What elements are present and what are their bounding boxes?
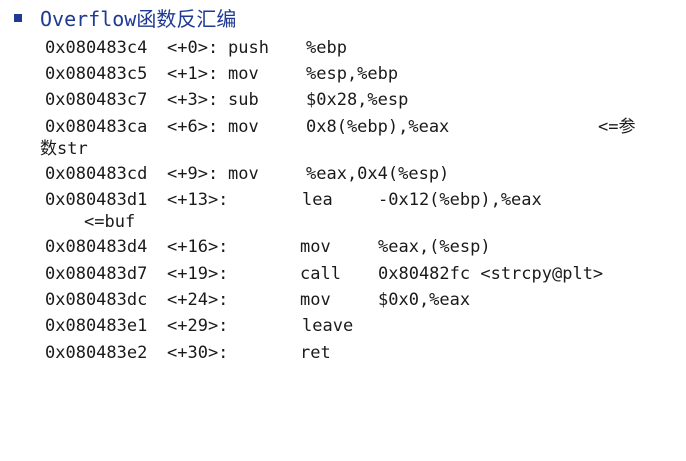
asm-opcode: call (300, 264, 341, 284)
asm-operands: $0x0,%eax (378, 290, 471, 310)
asm-comment-wrap: 数str (40, 139, 88, 159)
asm-operands: $0x28,%esp (306, 90, 409, 110)
asm-operands: -0x12(%ebp),%eax (378, 190, 542, 210)
asm-opcode: mov (228, 164, 259, 184)
asm-opcode: mov (300, 237, 331, 257)
asm-offset: <+9>: (167, 164, 219, 184)
asm-address: 0x080483ca (45, 117, 148, 137)
asm-line: 0x080483c5 <+1>: mov %esp,%ebp (0, 62, 398, 86)
asm-offset: <+19>: (167, 264, 229, 284)
asm-offset: <+29>: (167, 316, 229, 336)
asm-operands: %eax,(%esp) (378, 237, 491, 257)
asm-line: 0x080483d1 <+13>: lea -0x12(%ebp),%eax (0, 188, 542, 212)
asm-address: 0x080483d4 (45, 237, 148, 257)
asm-comment: <=参 (598, 117, 636, 137)
asm-line: 0x080483d4 <+16>: mov %eax,(%esp) (0, 235, 491, 259)
asm-address: 0x080483d1 (45, 190, 148, 210)
asm-line: 0x080483ca <+6>: mov 0x8(%ebp),%eax <=参 (0, 115, 635, 139)
asm-line: 0x080483dc <+24>: mov $0x0,%eax (0, 288, 470, 312)
asm-line: 0x080483c4 <+0>: push %ebp (0, 36, 347, 60)
bullet-square-icon (14, 14, 22, 22)
asm-line: 0x080483c7 <+3>: sub $0x28,%esp (0, 88, 408, 112)
asm-offset: <+6>: (167, 117, 219, 137)
asm-line: 0x080483e1 <+29>: leave (0, 314, 353, 338)
asm-opcode: sub (228, 90, 259, 110)
asm-offset: <+13>: (167, 190, 229, 210)
asm-offset: <+24>: (167, 290, 229, 310)
asm-offset: <+1>: (167, 64, 219, 84)
asm-operands: 0x80482fc <strcpy@plt> (378, 264, 604, 284)
asm-opcode: ret (300, 343, 331, 363)
asm-opcode: mov (300, 290, 331, 310)
asm-operands: %esp,%ebp (306, 64, 399, 84)
asm-offset: <+0>: (167, 38, 219, 58)
asm-address: 0x080483e1 (45, 316, 148, 336)
asm-address: 0x080483c5 (45, 64, 148, 84)
asm-offset: <+30>: (167, 343, 229, 363)
asm-address: 0x080483cd (45, 164, 148, 184)
asm-address: 0x080483c4 (45, 38, 148, 58)
asm-line: 0x080483e2 <+30>: ret (0, 341, 331, 365)
asm-line: 0x080483d7 <+19>: call 0x80482fc <strcpy… (0, 262, 603, 286)
asm-opcode: push (228, 38, 269, 58)
asm-address: 0x080483e2 (45, 343, 148, 363)
asm-address: 0x080483dc (45, 290, 148, 310)
asm-address: 0x080483c7 (45, 90, 148, 110)
slide: Overflow函数反汇编 0x080483c4 <+0>: push %ebp… (0, 0, 686, 401)
asm-offset: <+16>: (167, 237, 229, 257)
asm-opcode: mov (228, 64, 259, 84)
asm-operands: %eax,0x4(%esp) (306, 164, 450, 184)
slide-title: Overflow函数反汇编 (40, 7, 237, 31)
asm-operands: %ebp (306, 38, 347, 58)
asm-opcode: leave (302, 316, 354, 336)
asm-line: 0x080483cd <+9>: mov %eax,0x4(%esp) (0, 162, 449, 186)
asm-offset: <+3>: (167, 90, 219, 110)
asm-opcode: mov (228, 117, 259, 137)
asm-operands: 0x8(%ebp),%eax (306, 117, 450, 137)
asm-opcode: lea (302, 190, 333, 210)
asm-comment-wrap: <=buf (84, 212, 136, 232)
asm-address: 0x080483d7 (45, 264, 148, 284)
